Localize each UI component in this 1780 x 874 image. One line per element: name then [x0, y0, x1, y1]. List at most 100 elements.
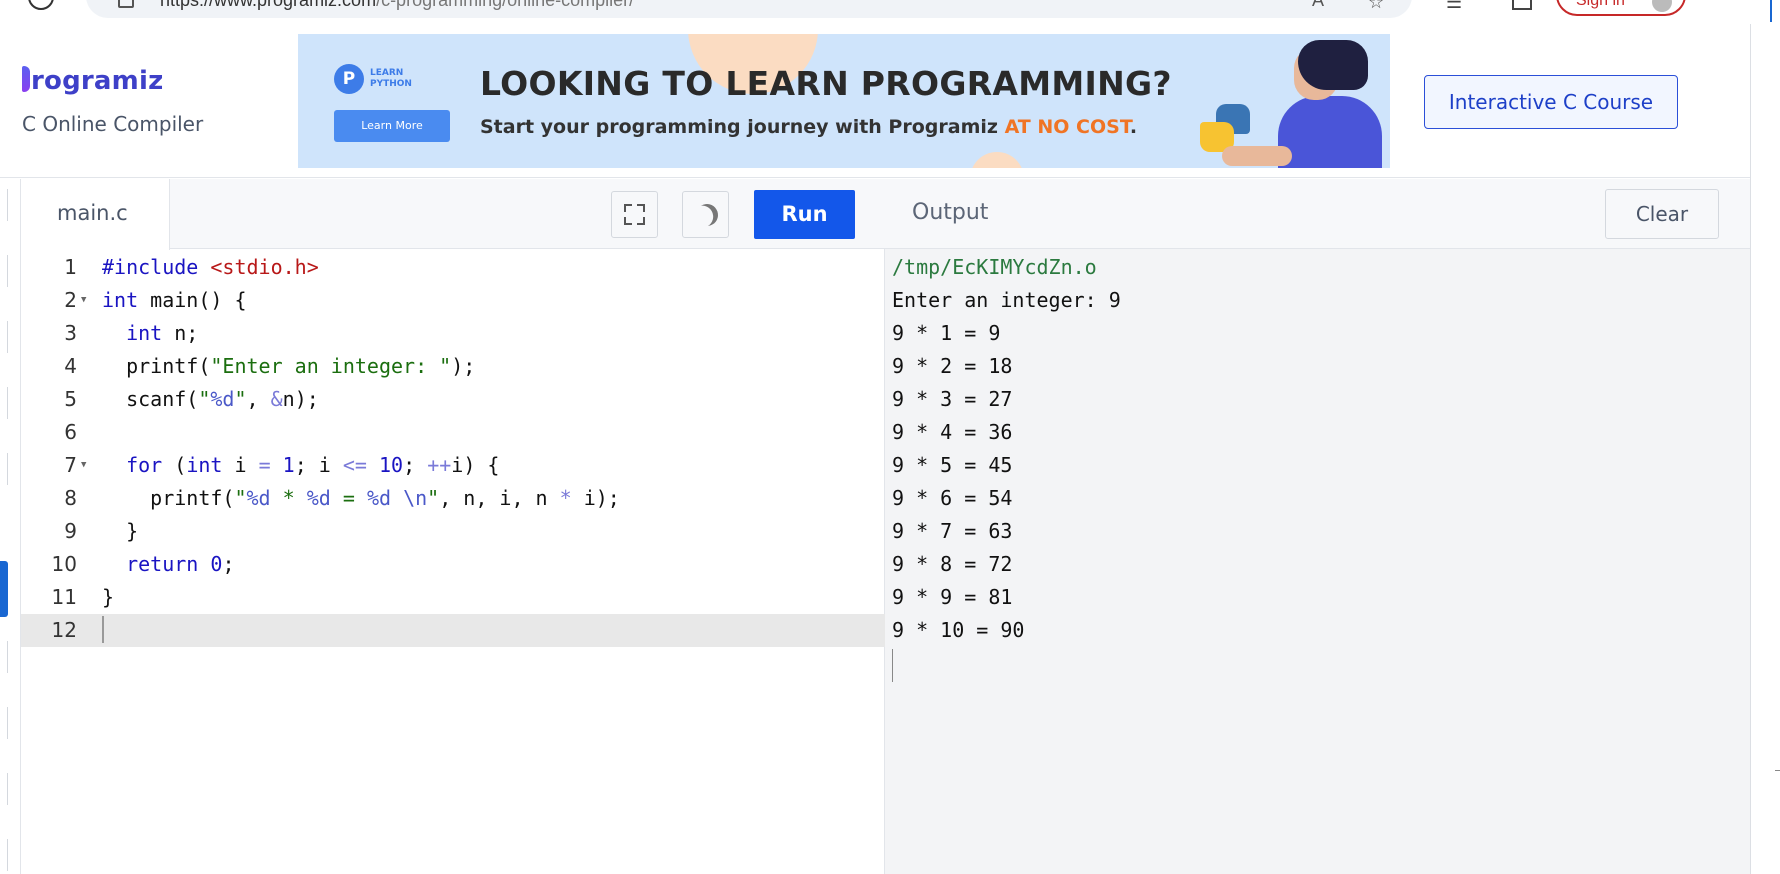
output-line: 9 * 1 = 9: [892, 321, 1001, 345]
code-line[interactable]: 11}: [21, 581, 885, 614]
line-number: 6: [64, 420, 77, 444]
sign-in-button[interactable]: Sign in: [1556, 0, 1686, 16]
output-line: 9 * 2 = 18: [892, 354, 1013, 378]
code-text: for (int i = 1; i <= 10; ++i) {: [126, 453, 500, 477]
output-console[interactable]: /tmp/EcKIMYcdZn.o Enter an integer: 9 9 …: [892, 251, 1121, 682]
favorite-icon[interactable]: ☆: [1368, 0, 1384, 13]
line-number: 3: [64, 321, 77, 345]
output-line: 9 * 9 = 81: [892, 585, 1013, 609]
url-host: https://www.programiz.com: [160, 0, 377, 10]
line-number: 9: [64, 519, 77, 543]
console-cursor: [892, 649, 893, 682]
output-line: /tmp/EcKIMYcdZn.o: [892, 255, 1097, 279]
site-header: rogramiz C Online Compiler P LEARN PYTHO…: [0, 24, 1750, 178]
code-line[interactable]: 8 printf("%d * %d = %d \n", n, i, n * i)…: [21, 482, 885, 515]
text-cursor: [102, 616, 104, 643]
sidebar-tab[interactable]: [0, 453, 8, 485]
code-line-active[interactable]: 12: [21, 614, 885, 647]
output-line: 9 * 10 = 90: [892, 618, 1025, 642]
editor-toolbar: main.c Run: [21, 179, 885, 250]
code-text: [102, 614, 104, 647]
page: https://www.programiz.com/c-programming/…: [0, 0, 1780, 874]
fullscreen-icon: [624, 204, 632, 212]
sidebar-tab[interactable]: [0, 773, 8, 805]
clear-button[interactable]: Clear: [1605, 189, 1719, 239]
code-text: }: [102, 585, 115, 609]
banner-subtitle-prefix: Start your programming journey with Prog…: [480, 116, 1005, 138]
fold-toggle-icon[interactable]: ▼: [81, 284, 86, 317]
sidebar-tab[interactable]: [0, 839, 8, 871]
url-path: /c-programming/online-compiler/: [376, 0, 635, 10]
code-text: scanf("%d", &n);: [102, 387, 319, 411]
code-text: return 0;: [126, 552, 235, 576]
code-line[interactable]: 3 int n;: [21, 317, 885, 350]
code-line[interactable]: 7 ▼ for (int i = 1; i <= 10; ++i) {: [21, 449, 885, 482]
code-line[interactable]: 10 return 0;: [21, 548, 885, 581]
ad-banner[interactable]: P LEARN PYTHON Learn More LOOKING TO LEA…: [298, 34, 1390, 168]
fullscreen-button[interactable]: [611, 191, 658, 238]
sidebar-tab[interactable]: [0, 641, 8, 673]
line-number: 8: [64, 486, 77, 510]
sidebar-tab[interactable]: [0, 189, 8, 221]
illustration-hair: [1298, 40, 1368, 90]
code-line[interactable]: 2 ▼ int main() {: [21, 284, 885, 317]
profile-avatar-icon: [1652, 0, 1672, 12]
output-line: 9 * 3 = 27: [892, 387, 1013, 411]
line-number: 1: [64, 255, 77, 279]
sidebar-tab[interactable]: [0, 255, 8, 287]
code-line[interactable]: 9 }: [21, 515, 885, 548]
read-aloud-icon[interactable]: A: [1312, 0, 1324, 11]
interactive-course-button[interactable]: Interactive C Course: [1424, 75, 1678, 129]
line-number: 5: [64, 387, 77, 411]
page-info-icon[interactable]: [118, 0, 134, 8]
tab-main-c[interactable]: main.c: [21, 179, 170, 250]
moon-icon: [692, 200, 722, 230]
scroll-marker: [1775, 770, 1780, 771]
output-header: Output Clear: [885, 179, 1750, 249]
logo-mark-icon: [22, 66, 30, 92]
code-line[interactable]: 1 #include <stdio.h>: [21, 251, 885, 284]
left-sidebar: [0, 179, 21, 874]
refresh-icon[interactable]: [28, 0, 54, 10]
code-text: printf("%d * %d = %d \n", n, i, n * i);: [102, 486, 620, 510]
sidebar-tab-active[interactable]: [0, 561, 8, 617]
code-area[interactable]: 1 #include <stdio.h> 2 ▼ int main() { 3 int…: [21, 251, 885, 871]
banner-subtitle-highlight: AT NO COST: [1004, 116, 1130, 138]
programiz-logo[interactable]: rogramiz: [22, 66, 163, 96]
code-text: printf("Enter an integer: ");: [102, 354, 476, 378]
code-text: int main() {: [102, 288, 247, 312]
address-url[interactable]: https://www.programiz.com/c-programming/…: [160, 0, 634, 11]
illustration-person: [1278, 96, 1382, 168]
line-number: 4: [64, 354, 77, 378]
sidebar-tab[interactable]: [0, 707, 8, 739]
favorites-list-icon[interactable]: ☰: [1446, 0, 1462, 13]
fullscreen-icon: [637, 217, 645, 225]
banner-subtitle-suffix: .: [1129, 116, 1138, 138]
code-text: }: [102, 519, 139, 543]
line-number: 11: [51, 585, 77, 609]
theme-toggle-button[interactable]: [682, 191, 729, 238]
fullscreen-icon: [637, 204, 645, 212]
output-title: Output: [912, 200, 989, 225]
code-editor-panel: main.c Run 1 #include <stdio.h> 2 ▼ int mai…: [21, 179, 885, 874]
code-line[interactable]: 4 printf("Enter an integer: ");: [21, 350, 885, 383]
output-line: 9 * 6 = 54: [892, 486, 1013, 510]
output-line: 9 * 8 = 72: [892, 552, 1013, 576]
output-line: Enter an integer: 9: [892, 288, 1121, 312]
banner-title: LOOKING TO LEARN PROGRAMMING?: [480, 64, 1172, 103]
line-number: 7: [64, 453, 77, 477]
code-line[interactable]: 5 scanf("%d", &n);: [21, 383, 885, 416]
logo-text: rogramiz: [31, 66, 164, 96]
sidebar-tab[interactable]: [0, 387, 8, 419]
sidebar-tab[interactable]: [0, 321, 8, 353]
output-panel: Output Clear /tmp/EcKIMYcdZn.o Enter an …: [885, 179, 1750, 874]
run-button[interactable]: Run: [754, 190, 855, 239]
page-subtitle: C Online Compiler: [22, 112, 204, 136]
line-number: 10: [51, 552, 77, 576]
line-number: 12: [51, 618, 77, 642]
learn-more-button[interactable]: Learn More: [334, 110, 450, 142]
fold-toggle-icon[interactable]: ▼: [81, 449, 86, 482]
programiz-badge-icon: P: [334, 64, 364, 94]
code-line[interactable]: 6: [21, 416, 885, 449]
collections-icon[interactable]: [1512, 0, 1532, 10]
